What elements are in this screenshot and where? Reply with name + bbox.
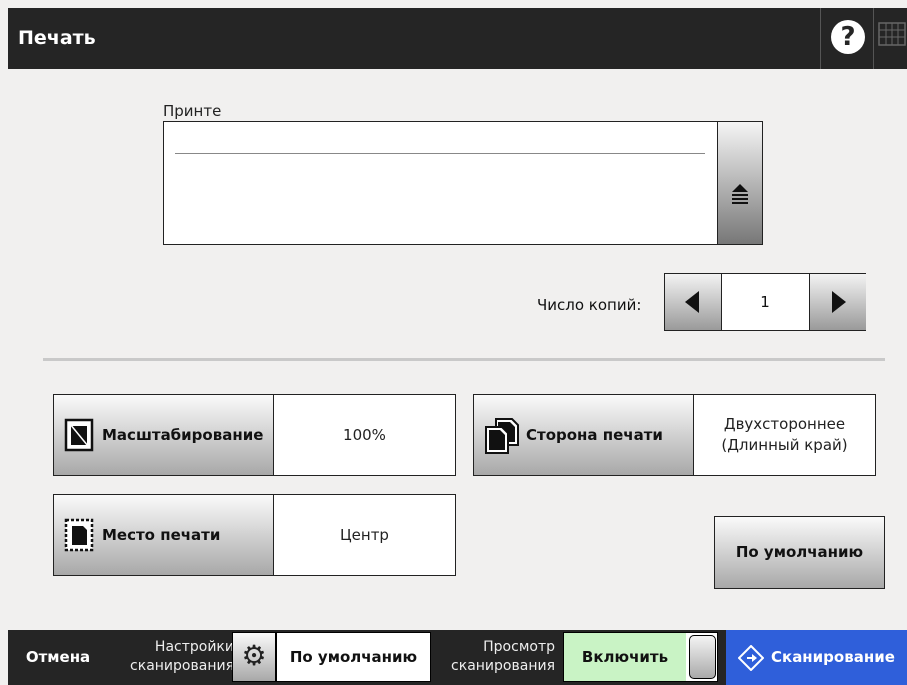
help-button[interactable]: ? <box>820 8 874 69</box>
scaling-label: Масштабирование <box>102 426 264 444</box>
arrow-left-icon <box>685 291 699 313</box>
print-side-button[interactable]: Сторона печати <box>474 395 694 475</box>
scan-diamond-icon <box>738 645 764 671</box>
scaling-setting: Масштабирование 100% <box>53 394 456 476</box>
header-bar: Печать ? <box>8 8 907 69</box>
printer-dropdown-button[interactable] <box>717 122 762 244</box>
print-position-label: Место печати <box>102 526 221 544</box>
printer-label: Принте <box>163 102 222 120</box>
scan-preview-toggle[interactable]: Включить <box>563 632 718 682</box>
page-title: Печать <box>18 27 96 49</box>
scan-settings-button[interactable]: ⚙ <box>232 632 276 682</box>
duplex-pages-icon <box>485 418 519 454</box>
print-side-setting: Сторона печати Двухстороннее (Длинный кр… <box>473 394 876 476</box>
toggle-knob[interactable] <box>689 635 716 679</box>
print-position-value: Центр <box>340 526 389 544</box>
default-button[interactable]: По умолчанию <box>714 516 885 589</box>
footer-bar: Отмена Настройки сканирования ⚙ По умолч… <box>8 630 907 685</box>
arrow-right-icon <box>832 291 846 313</box>
scan-preview-label-line2: сканирования <box>451 658 555 674</box>
printer-select[interactable] <box>163 121 763 245</box>
question-circle-icon: ? <box>831 20 865 54</box>
scan-preview-toggle-value: Включить <box>564 633 686 681</box>
scan-preview-label: Просмотр сканирования <box>427 638 555 676</box>
dropdown-list-icon <box>732 184 748 206</box>
print-position-button[interactable]: Место печати <box>54 495 274 575</box>
scaling-value: 100% <box>343 426 386 444</box>
print-side-value-line1: Двухстороннее <box>723 415 846 433</box>
print-position-setting: Место печати Центр <box>53 494 456 576</box>
print-side-value-line2: (Длинный край) <box>721 436 848 454</box>
gear-icon: ⚙ <box>241 639 267 672</box>
copies-stepper: 1 <box>664 273 866 331</box>
scan-profile-select[interactable]: По умолчанию <box>276 632 431 682</box>
copies-value: 1 <box>760 293 770 311</box>
section-divider <box>43 358 885 361</box>
print-side-label: Сторона печати <box>526 426 663 444</box>
copies-decrease-button[interactable] <box>665 274 722 330</box>
cancel-button[interactable]: Отмена <box>8 630 108 685</box>
scan-button-label: Сканирование <box>771 648 895 666</box>
print-position-icon <box>64 518 94 552</box>
scaling-page-icon <box>64 418 94 452</box>
scan-settings-label-line1: Настройки <box>154 639 234 655</box>
keyboard-button[interactable] <box>874 8 907 69</box>
scan-settings-label-line2: сканирования <box>130 658 234 674</box>
scan-preview-label-line1: Просмотр <box>483 639 555 655</box>
printer-value-underline <box>175 153 705 154</box>
print-side-value: Двухстороннее (Длинный край) <box>694 395 875 475</box>
keyboard-icon <box>878 22 906 46</box>
copies-increase-button[interactable] <box>809 274 866 330</box>
copies-label: Число копий: <box>537 296 642 314</box>
scan-button[interactable]: Сканирование <box>726 630 907 685</box>
scaling-button[interactable]: Масштабирование <box>54 395 274 475</box>
scan-settings-label: Настройки сканирования <box>110 638 234 676</box>
